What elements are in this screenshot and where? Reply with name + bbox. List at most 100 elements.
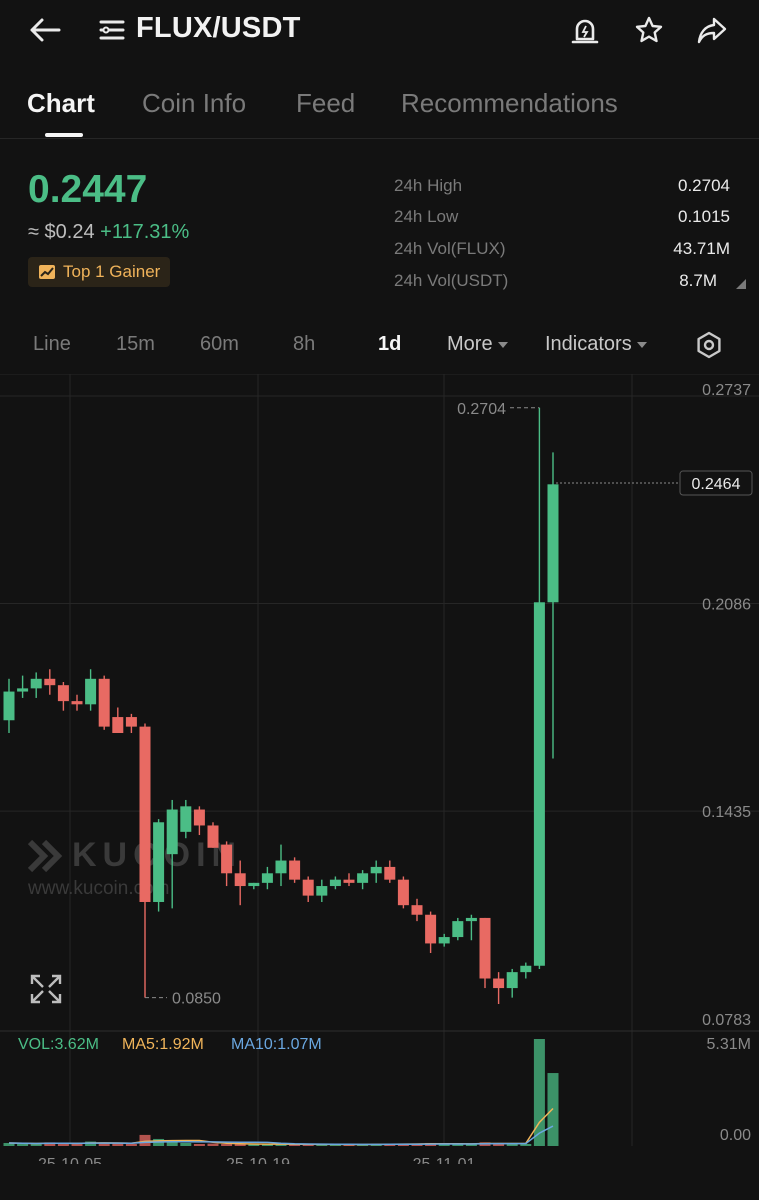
candle-body: [302, 879, 314, 896]
candle-body: [180, 806, 192, 832]
candle-body: [139, 726, 151, 902]
candle-body: [112, 717, 124, 734]
volume-bar: [71, 1143, 83, 1146]
vol-legend: VOL:3.62M: [18, 1036, 99, 1053]
interval-15m[interactable]: 15m: [116, 333, 155, 356]
candle-body: [343, 879, 355, 883]
indicators-dropdown[interactable]: Indicators: [545, 333, 647, 356]
share-arrow-icon: [697, 17, 727, 44]
trend-up-icon: [39, 265, 55, 279]
candle-body: [465, 917, 477, 922]
ma10-legend: MA10:1.07M: [231, 1036, 322, 1053]
candle-body: [547, 484, 559, 603]
expand-button[interactable]: [26, 970, 66, 1006]
candle-body: [17, 688, 29, 692]
candle-body: [357, 873, 369, 883]
x-tick-label: 25-11-01: [413, 1156, 476, 1164]
last-price-label: 0.2464: [692, 476, 741, 493]
volume-bar: [166, 1141, 178, 1146]
tab-chart[interactable]: Chart: [27, 88, 95, 119]
candle-body: [3, 691, 15, 721]
candle-body: [193, 809, 205, 826]
pair-menu-button[interactable]: [95, 13, 129, 47]
stat-24h-vol-flux-value: 43.71M: [673, 239, 730, 258]
chevron-down-icon: [497, 341, 508, 348]
indicators-label: Indicators: [545, 333, 632, 355]
top-gainer-badge[interactable]: Top 1 Gainer: [28, 257, 171, 287]
chart-settings-button[interactable]: [694, 330, 724, 365]
volume-bar: [207, 1143, 219, 1146]
hexagon-settings-icon: [697, 331, 721, 359]
candle-body: [329, 879, 341, 887]
candle-body: [316, 886, 328, 896]
candle-body: [384, 866, 396, 880]
interval-60m[interactable]: 60m: [200, 333, 239, 356]
trading-pair-title[interactable]: FLUX/USDT: [136, 12, 301, 45]
candle-body: [166, 809, 178, 855]
volume-max-label: 5.31M: [707, 1036, 751, 1053]
candle-body: [520, 965, 532, 973]
volume-bar: [193, 1143, 205, 1146]
interval-line[interactable]: Line: [33, 333, 71, 356]
tab-recommendations[interactable]: Recommendations: [401, 88, 618, 119]
x-tick-label: 25-10-19: [226, 1156, 290, 1164]
badge-label: Top 1 Gainer: [63, 262, 161, 281]
favorite-button[interactable]: [632, 13, 666, 47]
candle-body: [85, 678, 97, 705]
tab-feed[interactable]: Feed: [296, 88, 355, 119]
tab-coin-info[interactable]: Coin Info: [142, 88, 246, 119]
candle-body: [71, 701, 83, 705]
volume-bars: [3, 1039, 559, 1146]
interval-8h[interactable]: 8h: [293, 333, 315, 356]
volume-bar: [112, 1143, 124, 1146]
back-button[interactable]: [28, 13, 62, 47]
candle-body: [452, 921, 464, 938]
corner-triangle-icon: [736, 279, 746, 289]
candle-body: [98, 678, 110, 727]
candle-body: [493, 978, 505, 989]
share-button[interactable]: [695, 13, 729, 47]
star-icon: [635, 16, 663, 43]
stat-24h-vol-usdt-value: 8.7M: [679, 271, 717, 290]
candle-body: [397, 879, 409, 906]
alarm-bell-icon: [571, 19, 599, 44]
more-label: More: [447, 333, 493, 355]
header-bar: FLUX/USDT: [0, 0, 759, 62]
candle-body: [30, 678, 42, 689]
stat-24h-low-value: 0.1015: [678, 207, 730, 226]
volume-bar: [221, 1143, 233, 1146]
interval-1d[interactable]: 1d: [378, 333, 401, 356]
arrow-left-icon: [30, 18, 61, 42]
candle-body: [425, 914, 437, 944]
ma5-legend: MA5:1.92M: [122, 1036, 204, 1053]
change-percent: +117.31%: [100, 221, 190, 243]
fiat-price: ≈ $0.24 +117.31%: [28, 221, 189, 244]
y-tick-label: 0.2737: [702, 382, 751, 399]
stat-24h-vol-flux-label: 24h Vol(FLUX): [394, 239, 506, 258]
stat-24h-vol-usdt-label: 24h Vol(USDT): [394, 271, 509, 290]
candle-body: [438, 937, 450, 944]
more-intervals-dropdown[interactable]: More: [447, 333, 508, 356]
candle-body: [479, 917, 491, 979]
active-tab-indicator: [45, 133, 83, 137]
list-icon: [99, 20, 125, 40]
candle-body: [261, 873, 273, 883]
stat-24h-high-value: 0.2704: [678, 176, 730, 195]
main-tabs: Chart Coin Info Feed Recommendations: [0, 78, 759, 139]
volume-bar: [30, 1143, 42, 1146]
price-markers: 0.2464 0.2704 0.0850: [145, 401, 753, 1008]
chevron-down-icon: [636, 341, 647, 348]
low-marker-label: 0.0850: [172, 991, 221, 1008]
price-alert-button[interactable]: [568, 13, 602, 47]
volume-bar: [180, 1142, 192, 1146]
price-chart[interactable]: KUCOIN www.kucoin.com 0.27370.20860.1435…: [0, 374, 759, 1164]
last-price: 0.2447: [28, 168, 148, 211]
y-tick-label: 0.0783: [702, 1012, 751, 1029]
y-axis: 0.2737 0.2086 0.1435 0.0783 5.31M 0.00: [702, 382, 751, 1144]
fiat-approx: ≈ $0.24: [28, 221, 95, 243]
candle-body: [125, 717, 137, 727]
candle-body: [533, 602, 545, 966]
x-tick-label: 25-10-05: [38, 1156, 102, 1164]
candle-body: [506, 972, 518, 989]
candle-body: [221, 844, 233, 874]
